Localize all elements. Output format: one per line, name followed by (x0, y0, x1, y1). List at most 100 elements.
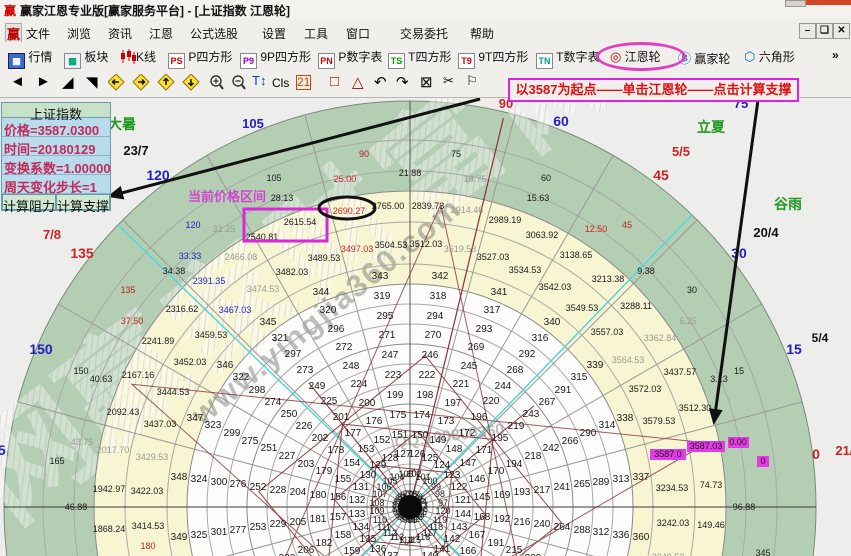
svg-text:241: 241 (554, 482, 571, 493)
svg-text:143: 143 (451, 522, 468, 533)
svg-text:313: 313 (613, 474, 630, 485)
svg-text:323: 323 (205, 420, 222, 431)
svg-text:266: 266 (562, 436, 579, 447)
svg-text:270: 270 (425, 330, 442, 341)
svg-text:105: 105 (266, 173, 281, 183)
svg-text:360: 360 (633, 532, 650, 543)
svg-text:251: 251 (261, 443, 278, 454)
svg-text:3504.53: 3504.53 (375, 240, 408, 250)
svg-text:122: 122 (451, 482, 468, 493)
svg-text:15.63: 15.63 (527, 193, 550, 203)
svg-text:151: 151 (392, 430, 409, 441)
svg-text:199: 199 (387, 390, 404, 401)
svg-text:267: 267 (539, 397, 556, 408)
svg-text:203: 203 (298, 459, 315, 470)
svg-text:229: 229 (270, 519, 287, 530)
svg-text:2839.73: 2839.73 (412, 201, 445, 211)
svg-text:133: 133 (349, 509, 366, 520)
svg-text:0: 0 (760, 456, 765, 466)
svg-text:149: 149 (430, 435, 447, 446)
svg-text:202: 202 (312, 433, 329, 444)
svg-text:21/3: 21/3 (835, 443, 851, 458)
svg-text:298: 298 (249, 385, 266, 396)
svg-text:37.50: 37.50 (121, 316, 144, 326)
svg-text:15: 15 (734, 366, 744, 376)
svg-text:3414.53: 3414.53 (132, 521, 165, 531)
svg-text:2092.43: 2092.43 (107, 407, 140, 417)
svg-text:121: 121 (455, 495, 472, 506)
svg-text:3242.03: 3242.03 (657, 518, 690, 528)
svg-text:2241.89: 2241.89 (142, 336, 175, 346)
svg-text:3512.30: 3512.30 (679, 403, 712, 413)
svg-text:172: 172 (459, 428, 476, 439)
svg-text:153: 153 (358, 444, 375, 455)
svg-text:3512.03: 3512.03 (410, 239, 443, 249)
svg-text:60: 60 (553, 113, 569, 129)
svg-text:3564.53: 3564.53 (612, 355, 645, 365)
svg-text:192: 192 (494, 514, 511, 525)
svg-text:3459.53: 3459.53 (195, 330, 228, 340)
svg-text:338: 338 (617, 413, 634, 424)
svg-text:215: 215 (506, 545, 523, 556)
svg-text:268: 268 (507, 365, 524, 376)
svg-text:250: 250 (281, 409, 298, 420)
svg-text:33.33: 33.33 (179, 251, 202, 261)
svg-text:345: 345 (260, 317, 277, 328)
svg-text:6.25: 6.25 (679, 316, 697, 326)
svg-text:大暑: 大暑 (108, 116, 136, 132)
svg-text:74.73: 74.73 (700, 480, 723, 490)
svg-text:立夏: 立夏 (697, 119, 726, 135)
svg-text:169: 169 (494, 490, 511, 501)
svg-text:145: 145 (474, 492, 491, 503)
svg-text:3474.53: 3474.53 (247, 284, 280, 294)
svg-text:3587.03: 3587.03 (690, 441, 723, 451)
svg-text:343: 343 (372, 271, 389, 282)
svg-text:295: 295 (377, 311, 394, 322)
svg-text:132: 132 (349, 495, 366, 506)
svg-text:158: 158 (335, 530, 352, 541)
svg-text:277: 277 (230, 525, 247, 536)
svg-text:150: 150 (73, 366, 88, 376)
svg-text:120: 120 (435, 506, 450, 516)
svg-text:218: 218 (525, 451, 542, 462)
svg-text:348: 348 (171, 472, 188, 483)
svg-text:205: 205 (290, 517, 307, 528)
svg-text:5/4: 5/4 (812, 331, 829, 345)
svg-text:3429.53: 3429.53 (136, 452, 169, 462)
svg-text:265: 265 (574, 479, 591, 490)
svg-text:275: 275 (242, 436, 259, 447)
svg-text:219: 219 (508, 421, 525, 432)
svg-text:0.00: 0.00 (729, 437, 747, 447)
svg-text:3437.57: 3437.57 (664, 367, 697, 377)
svg-text:90: 90 (359, 149, 369, 159)
svg-text:274: 274 (265, 397, 282, 408)
svg-text:217: 217 (534, 485, 551, 496)
svg-text:150: 150 (29, 341, 53, 357)
svg-text:314: 314 (599, 420, 616, 431)
svg-text:3489.53: 3489.53 (308, 253, 341, 263)
svg-text:180: 180 (140, 541, 155, 551)
svg-text:243: 243 (523, 409, 540, 420)
svg-text:3527.03: 3527.03 (477, 252, 510, 262)
svg-text:340: 340 (544, 317, 561, 328)
svg-text:264: 264 (554, 522, 571, 533)
svg-text:131: 131 (353, 482, 370, 493)
svg-text:247: 247 (382, 350, 399, 361)
svg-text:135: 135 (120, 285, 135, 295)
svg-text:141: 141 (434, 544, 451, 555)
svg-text:21.88: 21.88 (399, 168, 422, 178)
svg-text:253: 253 (250, 522, 267, 533)
svg-text:3497.03: 3497.03 (341, 244, 374, 254)
svg-text:228: 228 (270, 485, 287, 496)
svg-text:40.63: 40.63 (90, 374, 113, 384)
svg-text:135: 135 (70, 245, 94, 261)
svg-text:300: 300 (211, 477, 228, 488)
svg-text:3138.65: 3138.65 (560, 250, 593, 260)
svg-text:2765.00: 2765.00 (372, 201, 405, 211)
svg-text:252: 252 (250, 482, 267, 493)
svg-text:1942.97: 1942.97 (93, 484, 126, 494)
svg-text:144: 144 (455, 509, 472, 520)
svg-text:148: 148 (446, 444, 463, 455)
svg-text:194: 194 (506, 459, 523, 470)
svg-text:150: 150 (412, 430, 429, 441)
